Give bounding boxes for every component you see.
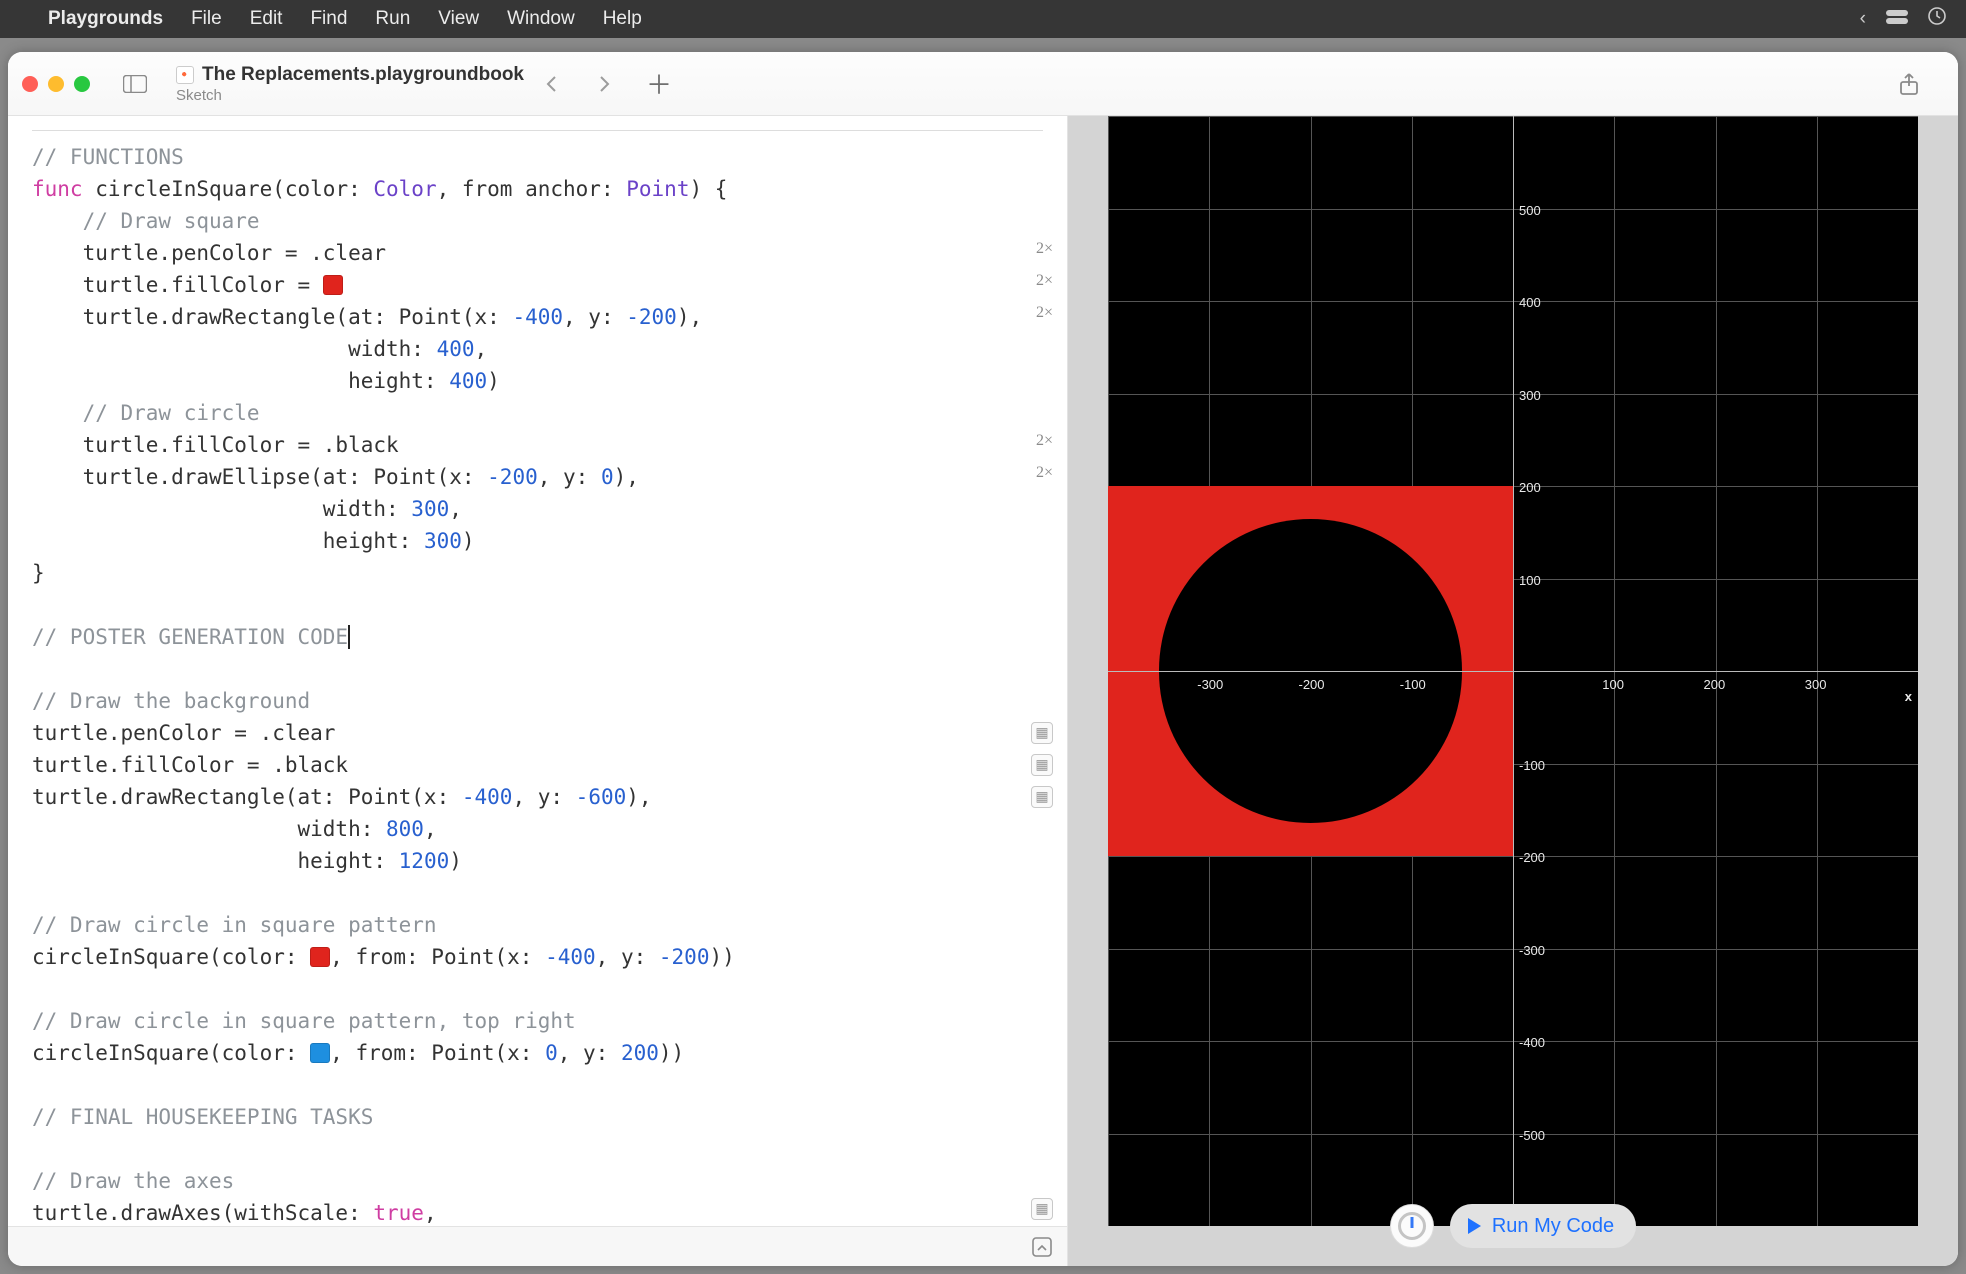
y-tick-label: 200 [1519,480,1541,495]
x-tick-label: -100 [1400,677,1426,692]
y-tick-label: 500 [1519,203,1541,218]
nav-back-button[interactable] [536,69,566,99]
color-swatch-blue[interactable] [310,1043,330,1063]
code-editor[interactable]: // FUNCTIONS func circleInSquare(color: … [8,116,1067,1226]
live-view-pane: -300 -200 -100 100 200 300 500 400 300 200 100 -100… [1068,116,1958,1266]
x-tick-label: 200 [1704,677,1726,692]
menu-help[interactable]: Help [603,8,642,30]
separator [32,130,1043,131]
editor-bottom-bar [8,1226,1067,1266]
quicklook-button[interactable]: ▦ [1031,754,1053,776]
color-swatch-red[interactable] [323,275,343,295]
quicklook-button[interactable]: ▦ [1031,1198,1053,1220]
gauge-icon [1398,1212,1426,1240]
menu-find[interactable]: Find [310,8,347,30]
x-tick-label: 100 [1602,677,1624,692]
result-count[interactable]: 2× [1007,464,1053,482]
y-tick-label: -300 [1519,943,1545,958]
menu-run[interactable]: Run [375,8,410,30]
y-tick-label: -100 [1519,758,1545,773]
document-subtitle: Sketch [176,87,524,104]
x-tick-label: -300 [1197,677,1223,692]
y-tick-label: 400 [1519,295,1541,310]
menu-edit[interactable]: Edit [250,8,283,30]
zoom-window-button[interactable] [74,76,90,92]
quicklook-button[interactable]: ▦ [1031,786,1053,808]
menu-file[interactable]: File [191,8,222,30]
y-tick-label: -200 [1519,850,1545,865]
y-tick-label: 300 [1519,388,1541,403]
result-count[interactable]: 2× [1007,240,1053,258]
share-button[interactable] [1894,69,1924,99]
quicklook-button[interactable]: ▦ [1031,722,1053,744]
play-icon [1466,1217,1482,1235]
nav-forward-button[interactable] [590,69,620,99]
document-icon [176,66,194,84]
window-toolbar: The Replacements.playgroundbook Sketch ＋ [8,52,1958,116]
menubar-chevron-icon[interactable]: ‹ [1860,8,1866,30]
y-tick-label: -400 [1519,1035,1545,1050]
y-tick-label: -500 [1519,1128,1545,1143]
result-count[interactable]: 2× [1007,304,1053,322]
code-editor-pane: // FUNCTIONS func circleInSquare(color: … [8,116,1068,1266]
toggle-console-button[interactable] [1027,1232,1057,1262]
menu-view[interactable]: View [438,8,479,30]
add-button[interactable]: ＋ [644,69,674,99]
clock-icon[interactable] [1928,7,1946,31]
x-tick-label: -200 [1299,677,1325,692]
y-tick-label: 100 [1519,573,1541,588]
document-title: The Replacements.playgroundbook [202,64,524,86]
run-my-code-button[interactable]: Run My Code [1450,1204,1636,1248]
app-menu[interactable]: Playgrounds [48,8,163,30]
control-center-icon[interactable] [1886,8,1908,30]
menubar: Playgrounds File Edit Find Run View Wind… [0,0,1966,38]
result-count[interactable]: 2× [1007,272,1053,290]
traffic-lights [22,76,90,92]
x-tick-label: 300 [1805,677,1827,692]
close-window-button[interactable] [22,76,38,92]
axis-label-x: x [1905,689,1912,704]
menu-window[interactable]: Window [507,8,575,30]
run-button-label: Run My Code [1492,1215,1614,1238]
minimize-window-button[interactable] [48,76,64,92]
playground-window: The Replacements.playgroundbook Sketch ＋ [8,52,1958,1266]
execution-speed-button[interactable] [1390,1204,1434,1248]
toggle-sidebar-button[interactable] [120,72,150,96]
result-count[interactable]: 2× [1007,432,1053,450]
color-swatch-red-2[interactable] [310,947,330,967]
turtle-canvas: -300 -200 -100 100 200 300 500 400 300 200 100 -100… [1108,116,1918,1226]
